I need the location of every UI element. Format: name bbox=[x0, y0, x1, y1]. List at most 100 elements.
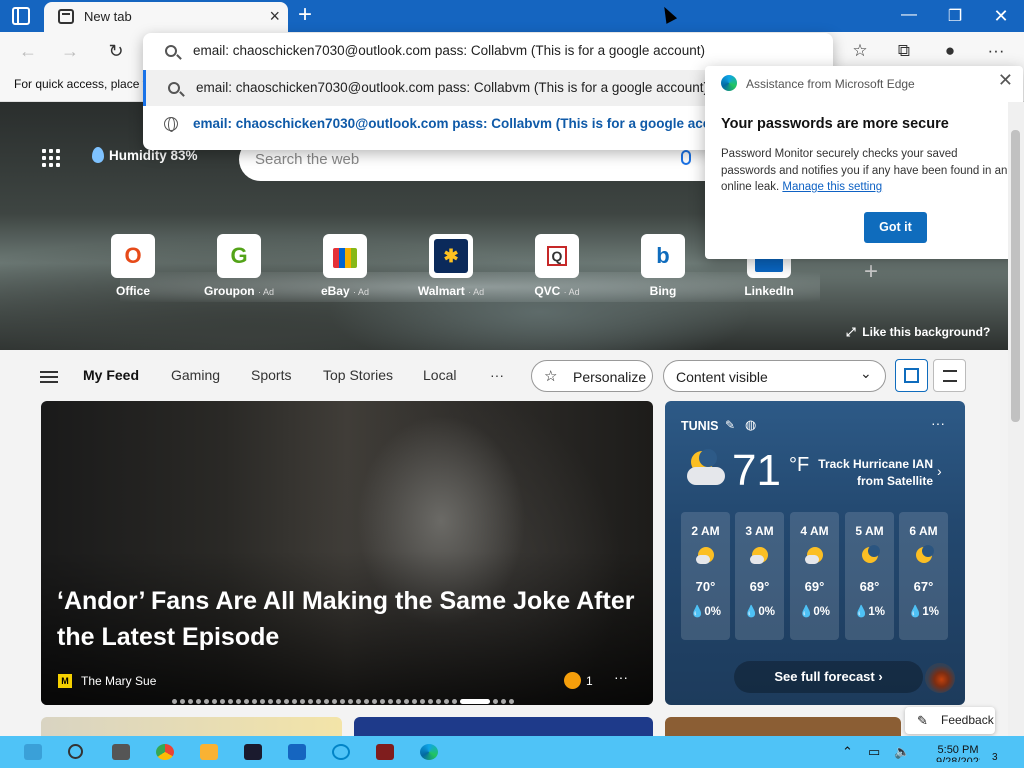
settings-more-icon[interactable]: ··· bbox=[984, 40, 1008, 62]
minimize-button[interactable]: — bbox=[894, 6, 924, 26]
hourly-forecast-item[interactable]: 2 AM 70° 💧0% bbox=[681, 512, 730, 640]
moon-icon bbox=[914, 545, 934, 565]
feedback-button[interactable]: ✎ Feedback bbox=[905, 707, 995, 734]
close-icon[interactable]: ✕ bbox=[998, 70, 1013, 91]
quicklink-qvc[interactable]: Q QVC · Ad bbox=[512, 234, 602, 304]
quicklink-walmart[interactable]: ✱ Walmart · Ad bbox=[406, 234, 496, 304]
groupon-icon: G bbox=[217, 234, 261, 278]
article-card-peek[interactable] bbox=[665, 717, 901, 736]
list-layout-button[interactable] bbox=[933, 359, 966, 392]
favorites-star-icon[interactable]: ☆ bbox=[848, 40, 872, 62]
tab-gaming[interactable]: Gaming bbox=[171, 367, 220, 383]
got-it-button[interactable]: Got it bbox=[864, 212, 927, 243]
more-tabs-button[interactable]: ··· bbox=[490, 367, 504, 383]
quicklink-bing[interactable]: b Bing bbox=[618, 234, 708, 304]
start-icon[interactable] bbox=[24, 744, 42, 760]
reaction-count: 1 bbox=[586, 674, 593, 688]
tab-top-stories[interactable]: Top Stories bbox=[323, 367, 393, 383]
source-logo-icon: M bbox=[58, 674, 72, 688]
network-icon[interactable]: ▭ bbox=[868, 744, 880, 760]
feedback-person-icon: ✎ bbox=[917, 713, 928, 728]
quicklink-ebay[interactable]: eBay · Ad bbox=[300, 234, 390, 304]
chrome-icon[interactable] bbox=[156, 744, 174, 760]
refresh-button[interactable]: ↻ bbox=[104, 40, 128, 62]
hourly-forecast-item[interactable]: 4 AM 69° 💧0% bbox=[790, 512, 839, 640]
weather-more-button[interactable]: ··· bbox=[931, 415, 945, 431]
cloudy-moon-icon bbox=[695, 545, 716, 565]
edit-location-icon[interactable]: ✎ bbox=[725, 418, 735, 432]
reaction-emoji-icon[interactable] bbox=[564, 672, 581, 689]
file-explorer-icon[interactable] bbox=[200, 744, 218, 760]
featured-article[interactable]: ‘Andor’ Fans Are All Making the Same Jok… bbox=[41, 401, 653, 705]
hourly-forecast-item[interactable]: 5 AM 68° 💧1% bbox=[845, 512, 894, 640]
list-icon bbox=[943, 370, 957, 382]
tab-new-tab[interactable]: New tab × bbox=[44, 2, 288, 32]
quicklink-groupon[interactable]: G Groupon · Ad bbox=[194, 234, 284, 304]
tab-actions-icon[interactable] bbox=[12, 7, 30, 25]
article-headline[interactable]: ‘Andor’ Fans Are All Making the Same Jok… bbox=[57, 583, 637, 655]
bing-icon: b bbox=[641, 234, 685, 278]
qvc-icon: Q bbox=[535, 234, 579, 278]
close-window-button[interactable]: ✕ bbox=[986, 6, 1016, 26]
current-temperature: 71 bbox=[732, 446, 781, 495]
content-visibility-select[interactable]: Content visible ⌄ bbox=[663, 360, 886, 392]
mail-icon[interactable] bbox=[288, 744, 306, 760]
new-tab-button[interactable]: + bbox=[294, 3, 316, 27]
personalize-button[interactable]: ☆ Personalize bbox=[531, 360, 653, 392]
add-site-icon[interactable]: + bbox=[864, 258, 878, 286]
globe-icon[interactable]: ◍ bbox=[745, 417, 756, 433]
tab-my-feed[interactable]: My Feed bbox=[83, 367, 139, 383]
office-icon: O bbox=[111, 234, 155, 278]
apps-grid-icon[interactable] bbox=[42, 149, 62, 167]
volume-icon[interactable]: 🔈 bbox=[894, 744, 910, 760]
humidity-text: Humidity 83% bbox=[109, 148, 198, 163]
ebay-icon bbox=[323, 234, 367, 278]
address-input[interactable]: email: chaoschicken7030@outlook.com pass… bbox=[143, 33, 833, 69]
article-more-button[interactable]: ··· bbox=[614, 669, 628, 685]
app-icon[interactable] bbox=[376, 744, 394, 760]
newtab-page-icon bbox=[58, 9, 74, 24]
title-bar: New tab × + — ❐ ✕ bbox=[0, 0, 1024, 32]
menu-icon[interactable] bbox=[40, 371, 58, 383]
forward-button[interactable]: → bbox=[58, 40, 82, 62]
see-full-forecast-button[interactable]: See full forecast › bbox=[734, 661, 923, 693]
task-view-icon[interactable] bbox=[112, 744, 130, 760]
chevron-right-icon: › bbox=[937, 463, 942, 479]
tab-title: New tab bbox=[84, 9, 132, 24]
track-hurricane-link[interactable]: Track Hurricane IAN from Satellite bbox=[815, 456, 933, 490]
temperature-unit[interactable]: °F bbox=[789, 454, 809, 477]
scrollbar-thumb[interactable] bbox=[1011, 130, 1020, 422]
manage-setting-link[interactable]: Manage this setting bbox=[782, 181, 882, 193]
hourly-forecast-item[interactable]: 3 AM 69° 💧0% bbox=[735, 512, 784, 640]
article-card-peek[interactable] bbox=[41, 717, 342, 736]
like-background-link[interactable]: ⤢ Like this background? bbox=[846, 325, 990, 340]
cortana-icon[interactable] bbox=[332, 744, 350, 760]
hurricane-thumbnail[interactable] bbox=[925, 663, 955, 693]
back-button[interactable]: ← bbox=[16, 40, 40, 62]
profile-icon[interactable]: ● bbox=[938, 40, 962, 62]
tab-close-icon[interactable]: × bbox=[269, 6, 280, 27]
edge-icon[interactable] bbox=[420, 744, 438, 760]
hourly-forecast-item[interactable]: 6 AM 67° 💧1% bbox=[899, 512, 948, 640]
quicklink-office[interactable]: O Office bbox=[88, 234, 178, 304]
microphone-icon[interactable] bbox=[681, 150, 691, 165]
grid-layout-button[interactable] bbox=[895, 359, 928, 392]
edge-logo-icon bbox=[721, 75, 737, 91]
restore-button[interactable]: ❐ bbox=[940, 6, 970, 26]
collections-icon[interactable]: ⧉ bbox=[892, 40, 916, 62]
clock[interactable]: 5:50 PM 9/28/2022 bbox=[936, 744, 980, 762]
favorites-hint: For quick access, place y bbox=[14, 77, 144, 91]
article-card-peek[interactable] bbox=[354, 717, 653, 736]
carousel-dots[interactable] bbox=[172, 693, 517, 705]
globe-icon bbox=[164, 117, 178, 132]
tab-sports[interactable]: Sports bbox=[251, 367, 291, 383]
notification-count[interactable]: 3 bbox=[992, 752, 998, 763]
chevron-up-icon[interactable]: ⌃ bbox=[842, 744, 853, 760]
weather-city[interactable]: TUNIS bbox=[681, 419, 719, 433]
store-icon[interactable] bbox=[244, 744, 262, 760]
search-icon[interactable] bbox=[68, 744, 83, 759]
popup-title: Your passwords are more secure bbox=[721, 116, 949, 132]
tab-local[interactable]: Local bbox=[423, 367, 456, 383]
walmart-icon: ✱ bbox=[429, 234, 473, 278]
article-source[interactable]: The Mary Sue bbox=[81, 674, 156, 688]
